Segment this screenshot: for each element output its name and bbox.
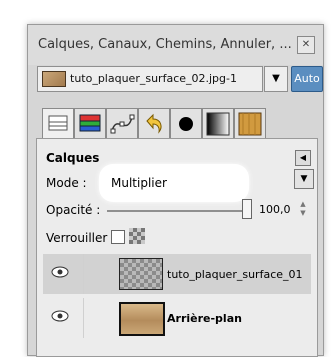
chain-slot[interactable]: [83, 298, 84, 338]
close-icon[interactable]: ✕: [297, 36, 315, 54]
tab-paths[interactable]: [106, 108, 138, 140]
layers-dialog: Calques ◀ Mode : Multiplier ▼ Opacité : …: [36, 138, 318, 357]
opacity-slider-handle[interactable]: [242, 199, 252, 219]
tab-patterns[interactable]: [234, 108, 266, 140]
chevron-down-icon[interactable]: ▼: [294, 169, 314, 189]
chain-slot[interactable]: [83, 254, 84, 294]
layers-dock-window: Calques, Canaux, Chemins, Annuler, ... ✕…: [27, 24, 324, 357]
tab-layers[interactable]: [42, 108, 74, 140]
pattern-icon: [238, 112, 262, 136]
opacity-value[interactable]: 100,0: [259, 203, 291, 216]
spin-arrows-icon[interactable]: ▲ ▼: [299, 200, 307, 218]
tab-undo[interactable]: [138, 108, 170, 140]
channels-icon: [79, 114, 101, 132]
lock-label: Verrouiller :: [46, 231, 116, 245]
dock-title: Calques, Canaux, Chemins, Annuler, ...: [38, 37, 292, 52]
mode-value: Multiplier: [111, 176, 167, 190]
image-selector[interactable]: tuto_plaquer_surface_02.jpg-1: [37, 66, 263, 92]
dock-titlebar: Calques, Canaux, Chemins, Annuler, ... ✕: [28, 25, 323, 65]
image-thumbnail: [42, 71, 66, 87]
tab-menu-icon[interactable]: ◀: [295, 150, 311, 166]
mode-label: Mode :: [46, 176, 87, 190]
lock-pixels-checkbox[interactable]: [111, 230, 125, 244]
lock-alpha-icon[interactable]: [129, 228, 145, 244]
layers-icon: [48, 115, 68, 131]
layer-thumbnail: [119, 258, 163, 290]
paths-icon: [110, 114, 135, 134]
panel-title: Calques: [46, 151, 100, 165]
layer-thumbnail: [119, 302, 165, 336]
brush-icon: [179, 117, 193, 131]
eye-icon[interactable]: [51, 310, 69, 322]
opacity-slider[interactable]: [107, 210, 247, 212]
layer-name[interactable]: Arrière-plan: [167, 312, 307, 325]
tab-brushes[interactable]: [170, 108, 202, 140]
layer-row[interactable]: tuto_plaquer_surface_01: [43, 254, 311, 294]
layer-row[interactable]: Arrière-plan: [43, 298, 311, 338]
opacity-label: Opacité :: [46, 203, 101, 217]
gradient-icon: [206, 112, 230, 136]
auto-button[interactable]: Auto: [291, 66, 323, 92]
tab-gradients[interactable]: [202, 108, 234, 140]
mode-select[interactable]: Multiplier: [99, 164, 249, 202]
image-name: tuto_plaquer_surface_02.jpg-1: [70, 72, 237, 85]
chevron-down-icon[interactable]: ▼: [264, 66, 288, 92]
eye-icon[interactable]: [51, 266, 69, 278]
undo-icon: [146, 113, 162, 134]
layer-name[interactable]: tuto_plaquer_surface_01: [167, 268, 307, 281]
tab-channels[interactable]: [74, 108, 106, 140]
